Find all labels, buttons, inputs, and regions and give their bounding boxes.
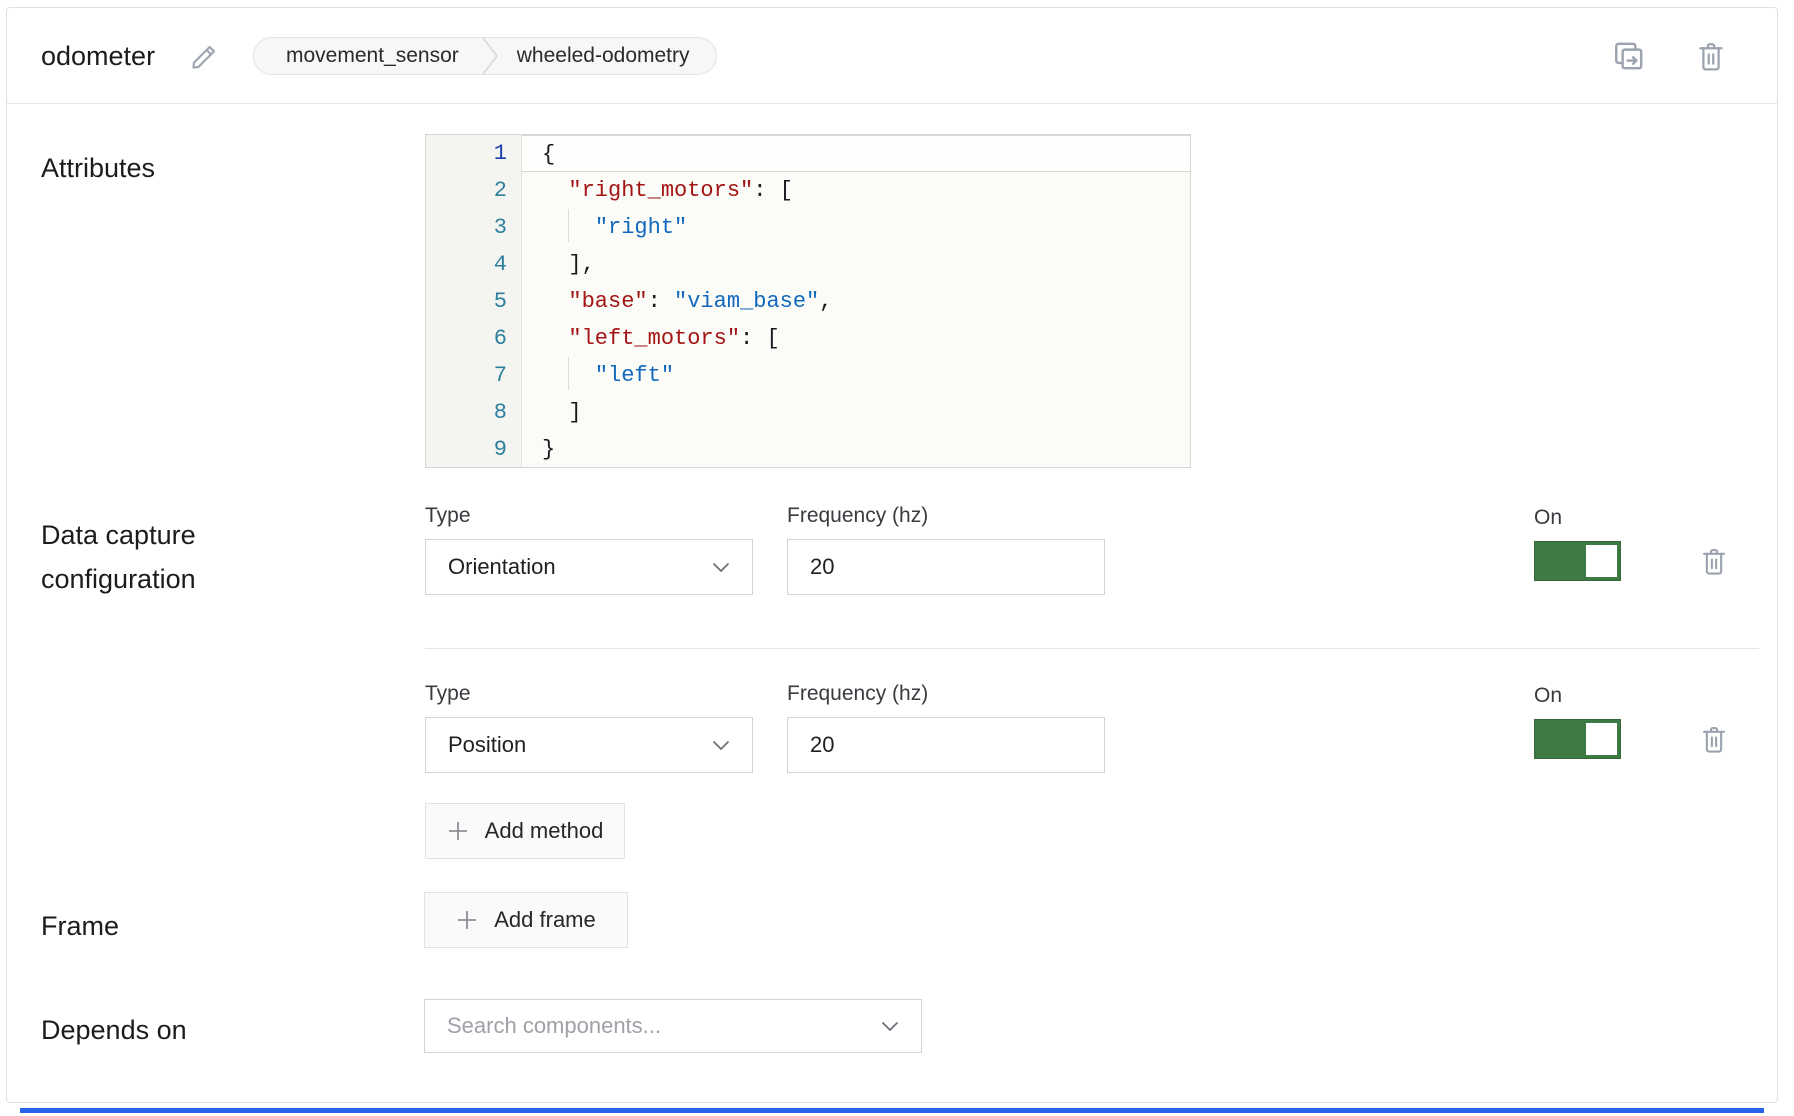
chevron-divider-icon — [481, 37, 499, 75]
depends-on-label: Depends on — [41, 1008, 187, 1052]
header-actions — [1611, 8, 1729, 104]
chevron-down-icon — [881, 1021, 899, 1032]
code-line[interactable]: 7 "left" — [426, 357, 1190, 394]
capture-type-select[interactable]: Orientation — [425, 539, 753, 595]
type-label: Type — [425, 682, 471, 706]
line-number: 5 — [426, 283, 522, 320]
code-line[interactable]: 2 "right_motors": [ — [426, 172, 1190, 209]
component-config-card: odometer movement_sensor wheeled-odometr… — [6, 7, 1778, 1103]
selection-indicator-bar — [20, 1108, 1764, 1113]
chevron-down-icon — [712, 562, 730, 573]
code-text: } — [522, 431, 1190, 468]
code-text: ] — [522, 394, 1190, 431]
toggle-on-label: On — [1534, 506, 1562, 530]
attributes-label: Attributes — [41, 146, 155, 190]
breadcrumb-model: wheeled-odometry — [517, 44, 690, 68]
add-method-label: Add method — [485, 818, 604, 844]
code-line[interactable]: 1{ — [426, 135, 1190, 172]
frame-label: Frame — [41, 904, 119, 948]
code-text: "left" — [522, 357, 1190, 394]
data-capture-label: Data capture configuration — [41, 513, 271, 601]
code-line[interactable]: 8 ] — [426, 394, 1190, 431]
pencil-icon — [190, 43, 218, 71]
code-line[interactable]: 4 ], — [426, 246, 1190, 283]
add-frame-button[interactable]: Add frame — [424, 892, 628, 948]
capture-rows-divider — [425, 648, 1759, 649]
line-number: 1 — [426, 135, 522, 172]
capture-type-select[interactable]: Position — [425, 717, 753, 773]
component-name: odometer — [41, 38, 155, 74]
type-label: Type — [425, 504, 471, 528]
line-number: 7 — [426, 357, 522, 394]
toggle-knob — [1586, 723, 1617, 755]
line-number: 2 — [426, 172, 522, 209]
add-method-button[interactable]: Add method — [425, 803, 625, 859]
chevron-down-icon — [712, 740, 730, 751]
attributes-json-editor[interactable]: 1{2 "right_motors": [3 "right"4 ],5 "bas… — [425, 134, 1191, 468]
delete-capture-method-button[interactable] — [1697, 720, 1731, 758]
line-number: 3 — [426, 209, 522, 246]
duplicate-component-button[interactable] — [1611, 38, 1647, 74]
code-text: ], — [522, 246, 1190, 283]
code-text: "base": "viam_base", — [522, 283, 1190, 320]
component-header: odometer movement_sensor wheeled-odometr… — [7, 8, 1777, 104]
depends-on-select[interactable]: Search components... — [424, 999, 922, 1053]
code-text: "right" — [522, 209, 1190, 246]
depends-on-placeholder: Search components... — [447, 1013, 661, 1039]
code-line[interactable]: 5 "base": "viam_base", — [426, 283, 1190, 320]
capture-enabled-toggle[interactable] — [1534, 541, 1621, 581]
delete-component-button[interactable] — [1693, 38, 1729, 74]
frequency-label: Frequency (hz) — [787, 504, 928, 528]
frequency-input[interactable] — [787, 717, 1105, 773]
line-number: 8 — [426, 394, 522, 431]
code-text: "right_motors": [ — [522, 172, 1190, 209]
code-text: "left_motors": [ — [522, 320, 1190, 357]
toggle-on-label: On — [1534, 684, 1562, 708]
edit-name-button[interactable] — [189, 42, 219, 72]
duplicate-icon — [1612, 39, 1646, 73]
capture-type-value: Orientation — [448, 554, 556, 580]
page: { "header": { "title": "odometer", "brea… — [0, 0, 1794, 1116]
plus-icon — [447, 820, 469, 842]
frequency-label: Frequency (hz) — [787, 682, 928, 706]
code-lines: 1{2 "right_motors": [3 "right"4 ],5 "bas… — [426, 135, 1190, 468]
line-number: 6 — [426, 320, 522, 357]
code-line[interactable]: 3 "right" — [426, 209, 1190, 246]
capture-enabled-toggle[interactable] — [1534, 719, 1621, 759]
frequency-input[interactable] — [787, 539, 1105, 595]
trash-icon — [1699, 723, 1729, 755]
trash-icon — [1699, 545, 1729, 577]
plus-icon — [456, 909, 478, 931]
line-number: 4 — [426, 246, 522, 283]
code-line[interactable]: 6 "left_motors": [ — [426, 320, 1190, 357]
capture-type-value: Position — [448, 732, 526, 758]
trash-icon — [1695, 39, 1727, 73]
line-number: 9 — [426, 431, 522, 468]
component-model-breadcrumb: movement_sensor wheeled-odometry — [253, 37, 717, 75]
breadcrumb-model-family: movement_sensor — [286, 44, 459, 68]
code-line[interactable]: 9} — [426, 431, 1190, 468]
toggle-knob — [1586, 545, 1617, 577]
code-text: { — [522, 135, 1190, 172]
delete-capture-method-button[interactable] — [1697, 542, 1731, 580]
add-frame-label: Add frame — [494, 907, 596, 933]
